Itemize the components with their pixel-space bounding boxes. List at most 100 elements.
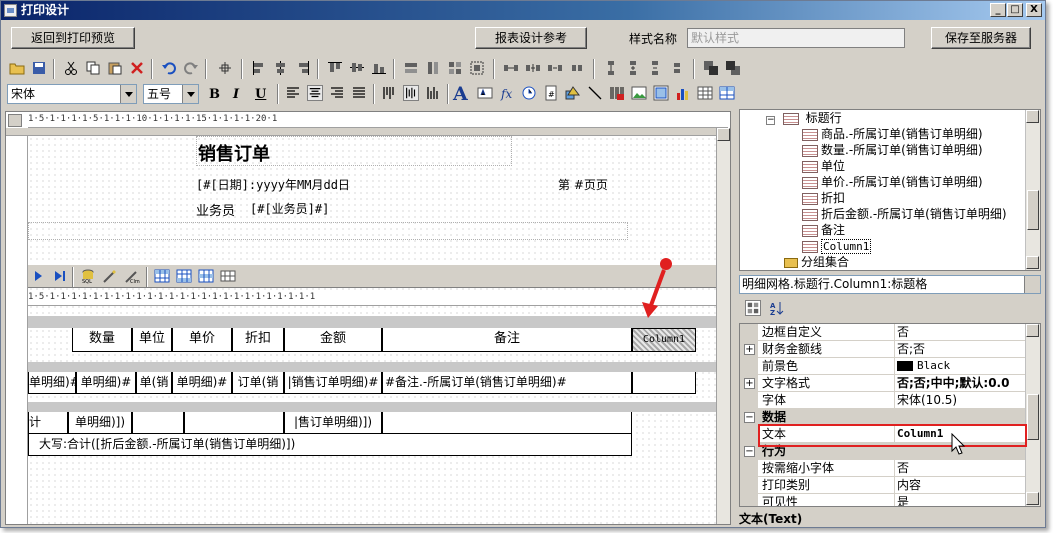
page-number-field[interactable]: 第 #页页 bbox=[558, 176, 608, 193]
designer-vertical-scrollbar[interactable] bbox=[716, 128, 730, 524]
tree-node[interactable]: 商品.-所属订单(销售订单明细) bbox=[802, 126, 983, 142]
property-row[interactable]: 边框自定义否 bbox=[740, 324, 1027, 341]
tree-node-title-row[interactable]: − 标题行 bbox=[766, 110, 842, 126]
back-to-preview-button[interactable]: 返回到打印预览 bbox=[11, 27, 135, 49]
align-right-icon[interactable] bbox=[295, 60, 311, 76]
total-capital-field[interactable]: 大写:合计([折后金额.-所属订单(销售订单明细)]) bbox=[28, 434, 632, 456]
header-cell-discount[interactable]: 折扣 bbox=[232, 328, 284, 352]
v-space-decrease-icon[interactable] bbox=[647, 60, 663, 76]
same-width-icon[interactable] bbox=[403, 60, 419, 76]
wizard-icon[interactable] bbox=[102, 268, 118, 284]
scroll-up-icon[interactable] bbox=[1026, 324, 1039, 337]
date-field[interactable]: [#[日期]:yyyy年MM月dd日 bbox=[196, 176, 350, 193]
h-space-increase-icon[interactable] bbox=[525, 60, 541, 76]
collapse-icon[interactable]: − bbox=[744, 412, 755, 423]
summary-cell[interactable]: |售订单明细)]) bbox=[284, 412, 382, 434]
copy-icon[interactable] bbox=[85, 60, 101, 76]
chart-icon[interactable] bbox=[675, 85, 691, 101]
align-center-icon[interactable] bbox=[273, 60, 289, 76]
tree-node[interactable]: 数量.-所属订单(销售订单明细) bbox=[802, 142, 983, 158]
tree-scrollbar[interactable] bbox=[1025, 110, 1040, 270]
detail-cell[interactable]: 单明细)# bbox=[28, 372, 76, 394]
text-justify-icon[interactable] bbox=[351, 85, 367, 101]
minimize-button[interactable]: _ bbox=[990, 3, 1006, 17]
text-align-right-icon[interactable] bbox=[329, 85, 345, 101]
chevron-down-icon[interactable] bbox=[1024, 276, 1040, 293]
formula-icon[interactable]: fx bbox=[499, 85, 515, 101]
property-object-select[interactable]: 明细网格.标题行.Column1:标题格 bbox=[739, 275, 1041, 294]
summary-cell[interactable] bbox=[132, 412, 184, 434]
header-cell-amount[interactable]: 金额 bbox=[284, 328, 382, 352]
undo-icon[interactable] bbox=[161, 60, 177, 76]
cut-icon[interactable] bbox=[63, 60, 79, 76]
h-space-decrease-icon[interactable] bbox=[547, 60, 563, 76]
scroll-thumb[interactable] bbox=[1027, 190, 1039, 230]
summary-cell[interactable] bbox=[184, 412, 284, 434]
line-icon[interactable] bbox=[587, 85, 603, 101]
v-align-bottom-icon[interactable] bbox=[425, 85, 441, 101]
tree-node-selected[interactable]: Column1 bbox=[802, 238, 872, 254]
v-space-equal-icon[interactable] bbox=[603, 60, 619, 76]
barcode-icon[interactable] bbox=[609, 85, 625, 101]
header-cell-price[interactable]: 单价 bbox=[172, 328, 232, 352]
header-cell-column1[interactable]: Column1 bbox=[632, 328, 696, 352]
property-row[interactable]: + 文字格式 否;否;中中;默认:0.0 bbox=[740, 375, 1027, 392]
property-row[interactable]: 前景色 Black bbox=[740, 358, 1027, 375]
font-size-select[interactable]: 五号 bbox=[143, 84, 199, 104]
send-back-icon[interactable] bbox=[725, 60, 741, 76]
scroll-down-icon[interactable] bbox=[1026, 256, 1039, 269]
align-top-icon[interactable] bbox=[327, 60, 343, 76]
style-name-input[interactable]: 默认样式 bbox=[687, 28, 905, 48]
align-bottom-icon[interactable] bbox=[371, 60, 387, 76]
property-row[interactable]: 字体 宋体(10.5) bbox=[740, 392, 1027, 409]
clock-icon[interactable] bbox=[521, 85, 537, 101]
shape-icon[interactable] bbox=[565, 85, 581, 101]
subreport-icon[interactable] bbox=[653, 85, 669, 101]
tree-node[interactable]: 单位 bbox=[802, 158, 845, 174]
bold-button[interactable]: B bbox=[209, 87, 220, 102]
detail-cell[interactable]: |销售订单明细)# bbox=[284, 372, 382, 394]
property-row[interactable]: 打印类别 内容 bbox=[740, 477, 1027, 494]
header-cell-remark[interactable]: 备注 bbox=[382, 328, 632, 352]
scroll-up-icon[interactable] bbox=[717, 128, 730, 141]
save-to-server-button[interactable]: 保存至服务器 bbox=[931, 27, 1031, 49]
save-icon[interactable] bbox=[31, 60, 47, 76]
collapse-icon[interactable]: − bbox=[766, 116, 775, 125]
chevron-down-icon[interactable] bbox=[120, 85, 136, 103]
header-cell-unit[interactable]: 单位 bbox=[132, 328, 172, 352]
v-align-middle-icon[interactable] bbox=[403, 85, 419, 101]
sql-icon[interactable]: SQL bbox=[80, 268, 96, 284]
play-icon[interactable] bbox=[30, 268, 46, 284]
v-space-remove-icon[interactable] bbox=[669, 60, 685, 76]
grid-icon-2[interactable] bbox=[176, 268, 192, 284]
column-wizard-icon[interactable]: Clm bbox=[124, 268, 140, 284]
summary-cell[interactable]: 计 bbox=[28, 412, 68, 434]
grid-select-icon[interactable] bbox=[217, 60, 233, 76]
summary-cell[interactable]: 单明细)]) bbox=[68, 412, 132, 434]
report-canvas[interactable]: 销售订单 [#[日期]:yyyy年MM月dd日 第 #页页 业务员 [#[业务员… bbox=[28, 136, 716, 524]
report-title[interactable]: 销售订单 bbox=[198, 140, 270, 166]
sort-alpha-icon[interactable]: AZ bbox=[769, 300, 785, 316]
text-box-icon[interactable]: A bbox=[453, 83, 468, 105]
expand-icon[interactable]: + bbox=[744, 378, 755, 389]
collapse-icon[interactable]: − bbox=[744, 446, 755, 457]
property-scrollbar[interactable] bbox=[1025, 324, 1040, 506]
text-align-left-icon[interactable] bbox=[285, 85, 301, 101]
header-cell-quantity[interactable]: 数量 bbox=[72, 328, 132, 352]
italic-button[interactable]: I bbox=[233, 87, 239, 102]
property-row[interactable]: 可见性是 bbox=[740, 494, 1027, 506]
image-icon[interactable] bbox=[631, 85, 647, 101]
detail-cell[interactable]: 单(销 bbox=[136, 372, 172, 394]
v-space-increase-icon[interactable] bbox=[625, 60, 641, 76]
salesman-label[interactable]: 业务员 bbox=[196, 200, 235, 219]
detail-cell-column1[interactable] bbox=[632, 372, 696, 394]
scroll-down-icon[interactable] bbox=[1026, 492, 1039, 505]
open-folder-icon[interactable] bbox=[9, 60, 25, 76]
grid-icon-3[interactable] bbox=[198, 268, 214, 284]
label-icon[interactable] bbox=[477, 85, 493, 101]
align-left-icon[interactable] bbox=[251, 60, 267, 76]
last-icon[interactable] bbox=[52, 268, 68, 284]
property-row[interactable]: 按需缩小字体否 bbox=[740, 460, 1027, 477]
scroll-up-icon[interactable] bbox=[1026, 110, 1039, 123]
underline-button[interactable]: U bbox=[255, 87, 266, 102]
